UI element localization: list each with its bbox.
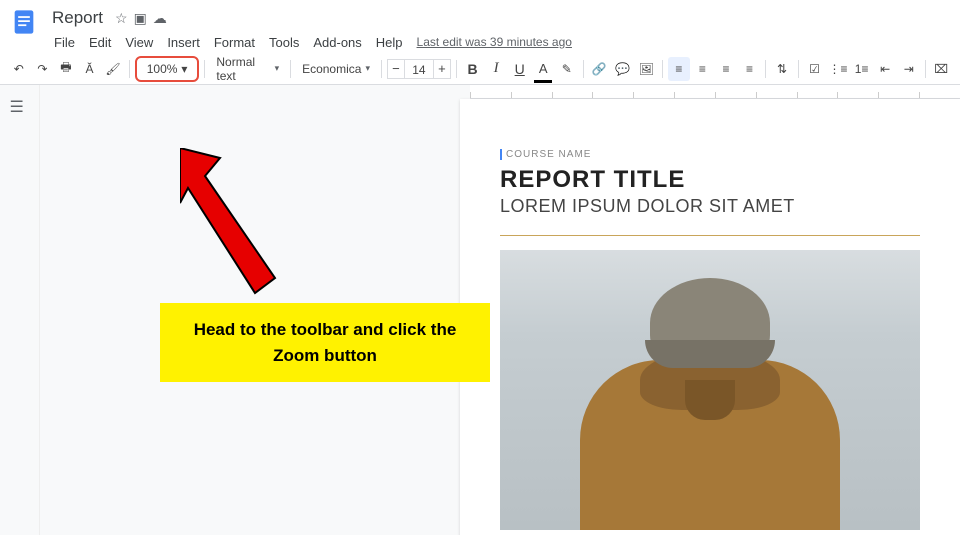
toolbar-separator <box>129 60 130 78</box>
indent-decrease-icon[interactable]: ⇤ <box>874 57 896 81</box>
menu-insert[interactable]: Insert <box>161 32 206 53</box>
insert-comment-icon[interactable]: 💬 <box>612 57 634 81</box>
toolbar-separator <box>381 60 382 78</box>
last-edit-link[interactable]: Last edit was 39 minutes ago <box>411 32 578 53</box>
divider-line <box>500 235 920 236</box>
menu-help[interactable]: Help <box>370 32 409 53</box>
bold-button[interactable]: B <box>462 57 484 81</box>
clear-formatting-icon[interactable]: ⌧ <box>930 57 952 81</box>
line-spacing-icon[interactable]: ⇅ <box>771 57 793 81</box>
cloud-icon[interactable]: ☁ <box>153 10 167 27</box>
paragraph-style-label: Normal text <box>216 55 270 83</box>
course-name-field[interactable]: COURSE NAME <box>500 149 920 160</box>
undo-icon[interactable]: ↶ <box>8 57 30 81</box>
toolbar-separator <box>583 60 584 78</box>
print-icon[interactable]: 🖶 <box>55 57 77 81</box>
move-icon[interactable]: ▣ <box>134 10 147 27</box>
toolbar-separator <box>798 60 799 78</box>
indent-increase-icon[interactable]: ⇥ <box>898 57 920 81</box>
chevron-down-icon: ▾ <box>365 63 370 74</box>
menu-format[interactable]: Format <box>208 32 261 53</box>
highlight-button[interactable]: ✎ <box>556 57 578 81</box>
toolbar-separator <box>765 60 766 78</box>
zoom-dropdown[interactable]: 100% ▾ <box>141 60 194 78</box>
toolbar-separator <box>204 60 205 78</box>
menu-tools[interactable]: Tools <box>263 32 305 53</box>
chevron-down-icon: ▾ <box>275 63 280 74</box>
insert-link-icon[interactable]: 🔗 <box>589 57 611 81</box>
spellcheck-icon[interactable]: Ӑ <box>79 57 101 81</box>
docs-app-icon[interactable] <box>8 6 40 38</box>
report-title[interactable]: REPORT TITLE <box>500 166 920 194</box>
chevron-down-icon: ▾ <box>181 62 187 76</box>
document-page[interactable]: COURSE NAME REPORT TITLE LOREM IPSUM DOL… <box>460 99 960 535</box>
font-size-value[interactable]: 14 <box>405 59 433 79</box>
document-title[interactable]: Report <box>48 6 107 30</box>
star-icon[interactable]: ☆ <box>115 10 128 27</box>
font-size-decrease[interactable]: − <box>387 59 405 79</box>
report-subtitle[interactable]: LOREM IPSUM DOLOR SIT AMET <box>500 196 920 217</box>
menu-addons[interactable]: Add-ons <box>307 32 367 53</box>
font-size-increase[interactable]: + <box>433 59 451 79</box>
checklist-icon[interactable]: ☑ <box>804 57 826 81</box>
menubar: File Edit View Insert Format Tools Add-o… <box>48 32 952 53</box>
align-right-icon[interactable]: ≡ <box>715 57 737 81</box>
align-justify-icon[interactable]: ≡ <box>739 57 761 81</box>
toolbar-separator <box>925 60 926 78</box>
toolbar: ↶ ↷ 🖶 Ӑ 🖌 100% ▾ Normal text ▾ Economica… <box>0 53 960 85</box>
italic-button[interactable]: I <box>485 57 507 81</box>
menu-file[interactable]: File <box>48 32 81 53</box>
menu-edit[interactable]: Edit <box>83 32 117 53</box>
font-family-label: Economica <box>302 62 361 76</box>
numbered-list-icon[interactable]: 1≡ <box>851 57 873 81</box>
font-family-dropdown[interactable]: Economica ▾ <box>296 60 376 78</box>
redo-icon[interactable]: ↷ <box>32 57 54 81</box>
paint-format-icon[interactable]: 🖌 <box>102 57 124 81</box>
align-center-icon[interactable]: ≡ <box>692 57 714 81</box>
paragraph-style-dropdown[interactable]: Normal text ▾ <box>210 53 285 85</box>
toolbar-separator <box>662 60 663 78</box>
bullet-list-icon[interactable]: ⋮≡ <box>827 57 849 81</box>
toolbar-separator <box>290 60 291 78</box>
annotation-callout: Head to the toolbar and click the Zoom b… <box>160 303 490 382</box>
menu-view[interactable]: View <box>119 32 159 53</box>
outline-toggle-icon[interactable]: ☰ <box>10 97 30 117</box>
insert-image-icon[interactable]: 🖼 <box>636 57 658 81</box>
align-left-icon[interactable]: ≡ <box>668 57 690 81</box>
toolbar-separator <box>456 60 457 78</box>
horizontal-ruler[interactable] <box>470 85 960 99</box>
zoom-value: 100% <box>147 62 178 76</box>
underline-button[interactable]: U <box>509 57 531 81</box>
annotation-arrow <box>180 148 300 308</box>
cover-photo[interactable] <box>500 250 920 530</box>
text-color-button[interactable]: A <box>532 57 554 81</box>
